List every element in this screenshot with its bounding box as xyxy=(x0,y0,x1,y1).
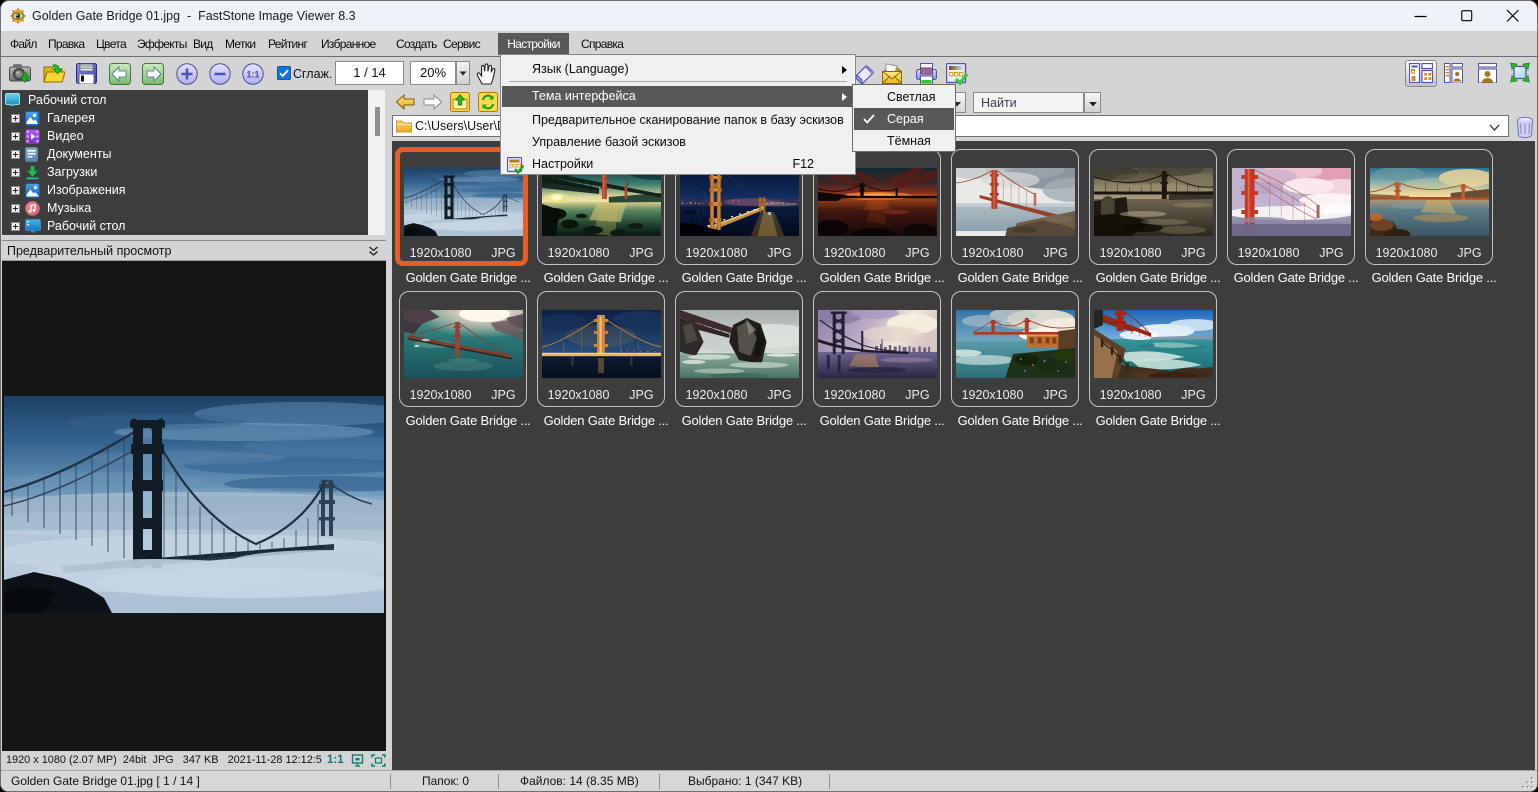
svg-text:1:1: 1:1 xyxy=(246,70,259,80)
